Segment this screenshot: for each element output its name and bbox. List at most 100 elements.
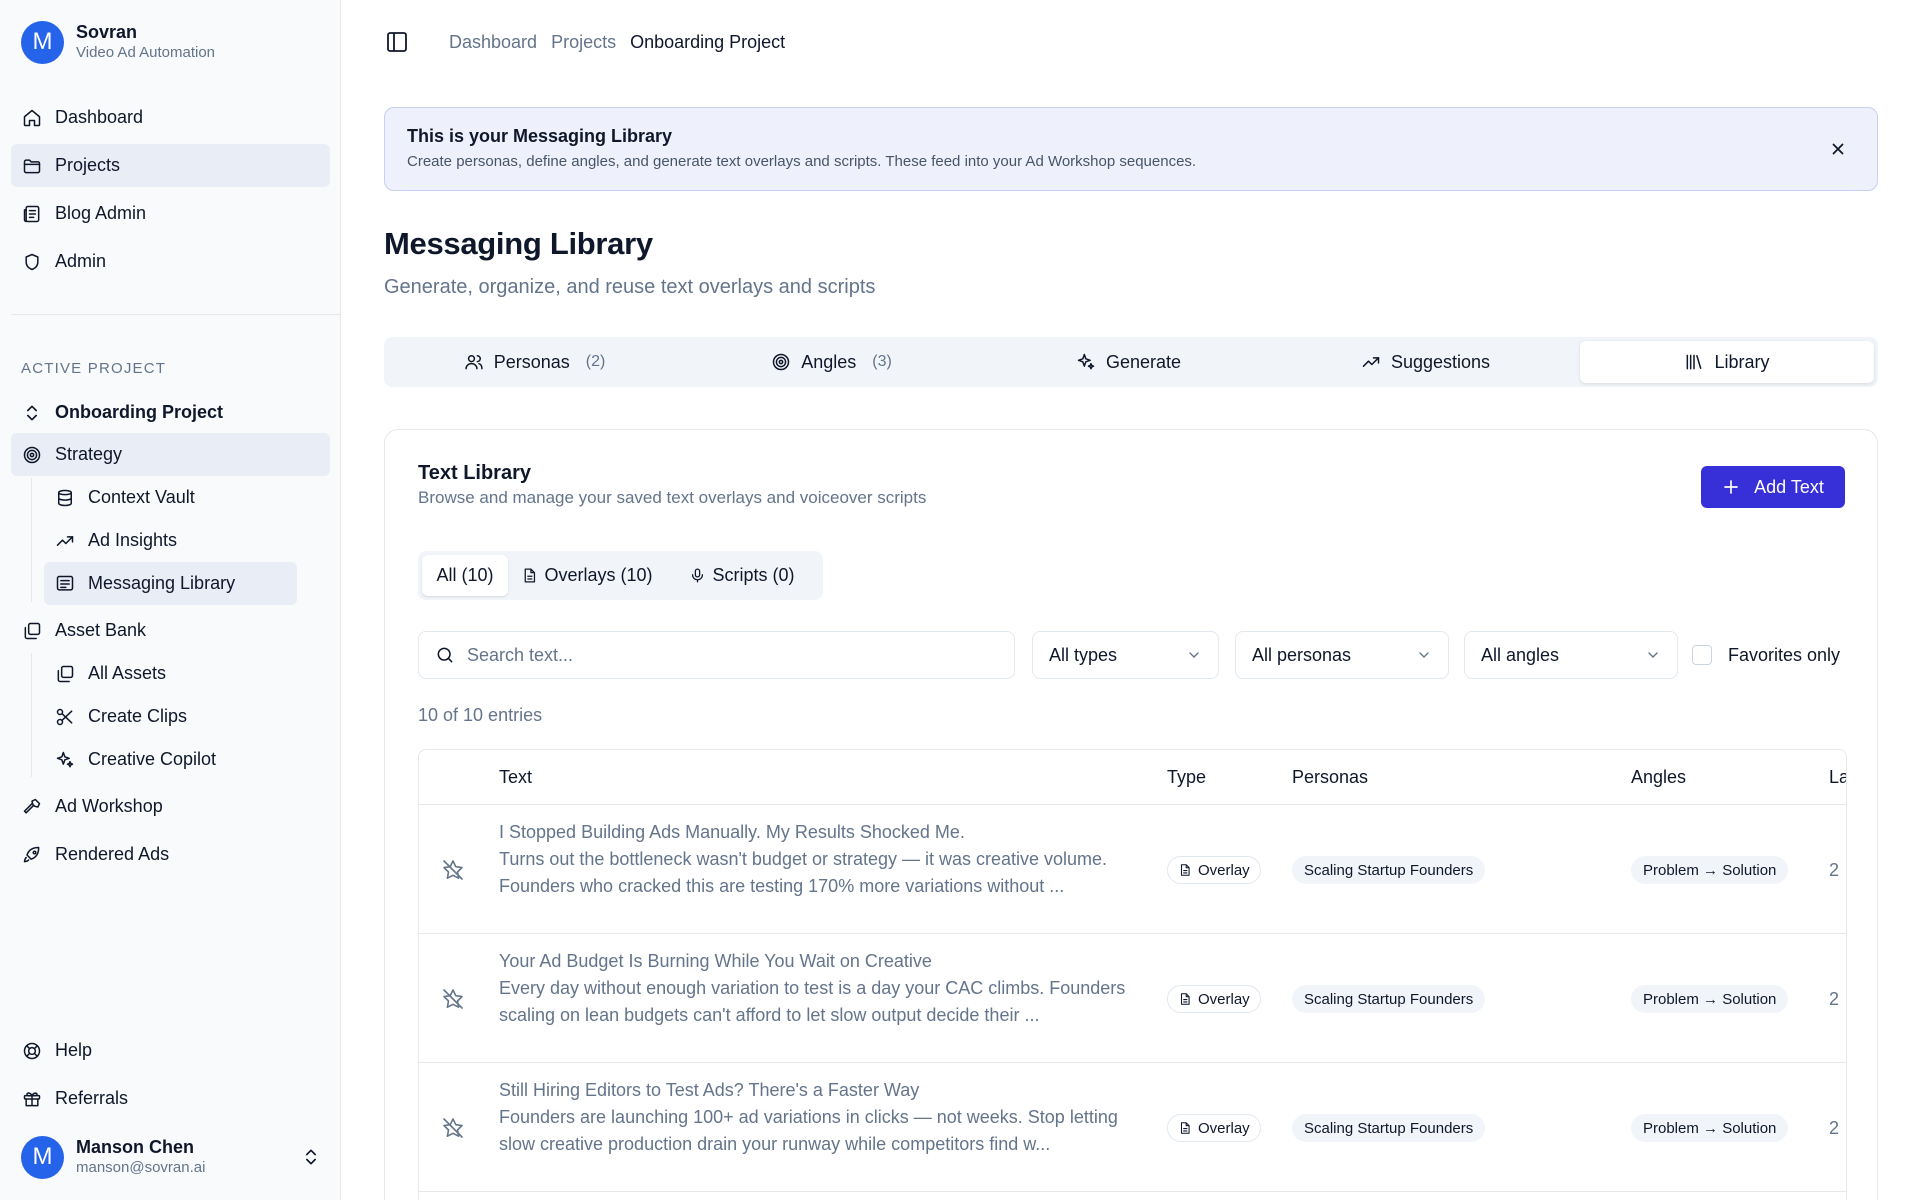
favorites-checkbox[interactable] <box>1692 645 1712 665</box>
brand[interactable]: M Sovran Video Ad Automation <box>21 20 215 64</box>
sidebar-item-strategy[interactable]: Strategy <box>11 433 330 476</box>
section-label: ACTIVE PROJECT <box>21 360 167 377</box>
sidebar: M Sovran Video Ad Automation Dashboard P… <box>0 0 341 1200</box>
add-text-label: Add Text <box>1754 476 1824 497</box>
select-value: All angles <box>1481 644 1560 665</box>
breadcrumb-dashboard[interactable]: Dashboard <box>449 32 537 53</box>
column-header-language[interactable]: La <box>1829 750 1846 804</box>
column-header-text[interactable]: Text <box>499 750 532 804</box>
sidebar-item-label: Messaging Library <box>88 573 236 593</box>
sidebar-toggle-icon[interactable] <box>385 30 409 54</box>
angle-filter-select[interactable]: All angles <box>1464 631 1678 679</box>
column-header-type[interactable]: Type <box>1167 750 1206 804</box>
column-header-angles[interactable]: Angles <box>1631 750 1686 804</box>
sidebar-item-projects[interactable]: Projects <box>11 144 330 187</box>
file-text-icon <box>525 568 536 583</box>
database-icon <box>54 487 76 509</box>
angle-badge: Problem → Solution <box>1631 856 1789 884</box>
persona-badge: Scaling Startup Founders <box>1292 1114 1486 1142</box>
table-row[interactable]: I Stopped Building Ads Manually. My Resu… <box>419 805 1846 934</box>
sidebar-item-blog-admin[interactable]: Blog Admin <box>11 192 330 235</box>
file-text-icon <box>1180 1122 1190 1134</box>
sidebar-item-label: All Assets <box>88 663 167 683</box>
language-count: 2 <box>1829 1117 1840 1138</box>
target-icon <box>21 444 43 466</box>
brand-subtitle: Video Ad Automation <box>76 44 215 61</box>
segment-all[interactable]: All (10) <box>422 555 508 596</box>
segment-label: Scripts (0) <box>712 565 795 585</box>
type-label: Overlay <box>1198 990 1250 1008</box>
angle-badge: Problem → Solution <box>1631 1114 1789 1142</box>
entry-text: I Stopped Building Ads Manually. My Resu… <box>499 822 1108 896</box>
tab-generate[interactable]: Generate <box>982 341 1275 383</box>
tab-personas[interactable]: Personas (2) <box>388 341 681 383</box>
chevron-down-icon <box>1648 652 1658 658</box>
project-switcher[interactable]: Onboarding Project <box>11 391 330 434</box>
language-count: 2 <box>1829 859 1840 880</box>
sidebar-item-ad-insights[interactable]: Ad Insights <box>44 519 297 562</box>
star-off-icon[interactable] <box>441 987 465 1011</box>
info-banner: This is your Messaging Library Create pe… <box>384 107 1878 191</box>
tab-label: Personas <box>493 351 570 372</box>
table-row[interactable]: Still Hiring Editors to Test Ads? There'… <box>419 1063 1846 1192</box>
trending-icon <box>1362 357 1380 367</box>
sidebar-item-asset-bank[interactable]: Asset Bank <box>11 609 330 652</box>
sidebar-item-create-clips[interactable]: Create Clips <box>44 695 297 738</box>
library-icon <box>1687 354 1702 370</box>
star-off-icon[interactable] <box>441 858 465 882</box>
sidebar-item-dashboard[interactable]: Dashboard <box>11 96 330 139</box>
star-off-icon[interactable] <box>441 1116 465 1140</box>
user-name: Manson Chen <box>76 1137 195 1157</box>
tab-suggestions[interactable]: Suggestions <box>1279 341 1572 383</box>
sidebar-item-label: Rendered Ads <box>55 844 170 864</box>
table-row[interactable]: Your Ad Budget Is Burning While You Wait… <box>419 934 1846 1063</box>
sidebar-item-label: Strategy <box>55 444 123 464</box>
search-icon <box>437 647 453 663</box>
user-menu[interactable]: M Manson Chen manson@sovran.ai <box>21 1135 321 1179</box>
sidebar-item-label: Context Vault <box>88 487 195 507</box>
user-avatar: M <box>21 1135 64 1179</box>
sidebar-item-ad-workshop[interactable]: Ad Workshop <box>11 785 330 828</box>
entries-count: 10 of 10 entries <box>418 705 543 725</box>
breadcrumb-projects[interactable]: Projects <box>551 32 616 53</box>
chevron-down-icon <box>1419 652 1429 658</box>
tab-list: Personas (2) Angles (3) Generate Suggest… <box>384 337 1878 387</box>
search-input[interactable] <box>467 644 987 666</box>
target-icon <box>772 353 790 371</box>
sidebar-item-admin[interactable]: Admin <box>11 240 330 283</box>
sidebar-item-rendered-ads[interactable]: Rendered Ads <box>11 833 330 876</box>
sidebar-item-referrals[interactable]: Referrals <box>11 1077 330 1120</box>
sidebar-divider <box>11 314 341 315</box>
sidebar-item-label: Projects <box>55 155 121 175</box>
sidebar-item-context-vault[interactable]: Context Vault <box>44 476 297 519</box>
sparkles-icon <box>54 749 76 771</box>
type-filter-select[interactable]: All types <box>1032 631 1219 679</box>
type-badge: Overlay <box>1167 856 1261 884</box>
tab-angles[interactable]: Angles (3) <box>685 341 978 383</box>
sidebar-item-messaging-library[interactable]: Messaging Library <box>44 562 297 605</box>
sidebar-item-label: Creative Copilot <box>88 749 217 769</box>
select-value: All personas <box>1252 644 1352 665</box>
sidebar-item-creative-copilot[interactable]: Creative Copilot <box>44 738 297 781</box>
sidebar-item-label: Referrals <box>55 1088 129 1108</box>
segment-scripts[interactable]: Scripts (0) <box>666 555 818 596</box>
segment-overlays[interactable]: Overlays (10) <box>512 555 662 596</box>
tab-count: (3) <box>872 353 892 370</box>
banner-title: This is your Messaging Library <box>407 126 673 146</box>
sidebar-item-help[interactable]: Help <box>11 1029 330 1072</box>
search-box[interactable] <box>418 631 1015 679</box>
type-label: Overlay <box>1198 1119 1250 1137</box>
plus-icon <box>1724 480 1738 494</box>
brand-name: Sovran <box>76 22 138 42</box>
message-icon <box>54 573 76 595</box>
add-text-button[interactable]: Add Text <box>1701 466 1845 508</box>
page-title: Messaging Library <box>384 226 653 261</box>
banner-text: Create personas, define angles, and gene… <box>407 153 1197 170</box>
column-header-personas[interactable]: Personas <box>1292 750 1368 804</box>
favorites-toggle[interactable]: Favorites only <box>1692 631 1840 679</box>
project-name: Onboarding Project <box>55 402 224 422</box>
tab-library[interactable]: Library <box>1580 341 1874 383</box>
close-icon[interactable] <box>1829 140 1847 158</box>
sidebar-item-all-assets[interactable]: All Assets <box>44 652 297 695</box>
persona-filter-select[interactable]: All personas <box>1235 631 1449 679</box>
